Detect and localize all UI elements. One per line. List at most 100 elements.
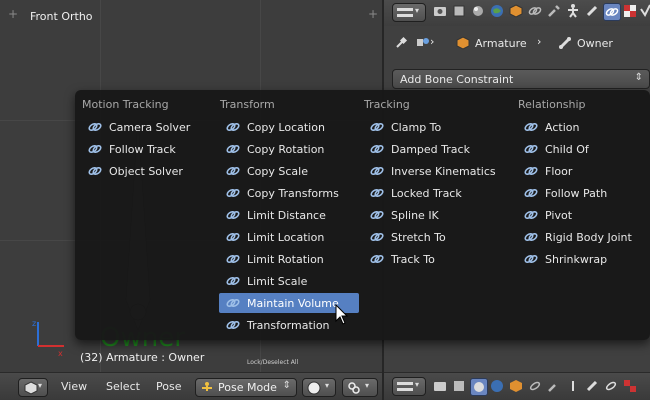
- modifiers-tab[interactable]: [546, 378, 564, 396]
- menu-item-copy-location[interactable]: Copy Location: [219, 117, 359, 137]
- link-icon: [370, 210, 384, 220]
- menu-item-label: Stretch To: [391, 231, 446, 244]
- pin-icon[interactable]: [394, 36, 408, 50]
- link-icon: [370, 232, 384, 242]
- world-tab[interactable]: [489, 378, 507, 396]
- physics-tab[interactable]: [639, 3, 650, 21]
- data-tab[interactable]: [565, 378, 583, 396]
- link-icon: [370, 166, 384, 176]
- editor-type-button[interactable]: ▾: [392, 3, 426, 22]
- data-tab[interactable]: [565, 3, 583, 21]
- layers-tab[interactable]: [451, 3, 469, 21]
- camera-icon: [434, 382, 446, 391]
- link-icon: [370, 122, 384, 132]
- menu-column-title: Tracking: [364, 98, 410, 111]
- menu-item-label: Follow Track: [109, 143, 176, 156]
- world-icon: [491, 380, 503, 392]
- menu-item-pivot[interactable]: Pivot: [517, 205, 650, 225]
- menu-item-inverse-kinematics[interactable]: Inverse Kinematics: [363, 161, 503, 181]
- object-constraints-tab[interactable]: [527, 3, 545, 21]
- menu-item-floor[interactable]: Floor: [517, 161, 650, 181]
- texture-tab[interactable]: [622, 3, 640, 21]
- menu-item-object-solver[interactable]: Object Solver: [81, 161, 221, 181]
- menu-item-copy-scale[interactable]: Copy Scale: [219, 161, 359, 181]
- scene-tab-active[interactable]: [470, 378, 488, 396]
- bone-tab[interactable]: [584, 378, 602, 396]
- link-icon: [226, 122, 240, 132]
- render-tab[interactable]: [432, 3, 450, 21]
- mode-select[interactable]: Pose Mode ⇕: [195, 378, 297, 397]
- menu-item-follow-track[interactable]: Follow Track: [81, 139, 221, 159]
- menu-item-child-of[interactable]: Child Of: [517, 139, 650, 159]
- wrench-icon: [548, 384, 556, 392]
- menu-item-label: Damped Track: [391, 143, 470, 156]
- scene-tab[interactable]: [470, 3, 488, 21]
- editor-type-button[interactable]: ▾: [392, 377, 426, 396]
- chevron-down-icon: ▾: [415, 380, 420, 389]
- editor-type-button[interactable]: ▾: [18, 378, 48, 397]
- texture-tab[interactable]: [622, 378, 640, 396]
- menu-item-camera-solver[interactable]: Camera Solver: [81, 117, 221, 137]
- object-constraints-tab[interactable]: [527, 378, 545, 396]
- object-tab[interactable]: [508, 378, 526, 396]
- menu-item-limit-location[interactable]: Limit Location: [219, 227, 359, 247]
- menu-item-label: Pivot: [545, 209, 573, 222]
- world-tab[interactable]: [489, 3, 507, 21]
- link-icon: [524, 188, 538, 198]
- pivot-button[interactable]: ▾: [342, 378, 378, 397]
- shading-button[interactable]: ▾: [302, 378, 336, 397]
- camera-icon: [434, 7, 446, 16]
- menu-item-label: Copy Location: [247, 121, 325, 134]
- mouse-cursor-icon: [335, 304, 349, 325]
- menu-view[interactable]: View: [61, 380, 87, 393]
- menu-item-action[interactable]: Action: [517, 117, 650, 137]
- link-icon: [226, 232, 240, 242]
- link-icon: [524, 232, 538, 242]
- plus-icon[interactable]: +: [368, 8, 378, 20]
- menu-item-damped-track[interactable]: Damped Track: [363, 139, 503, 159]
- menu-column-title: Transform: [220, 98, 275, 111]
- properties-footer: ▾: [384, 372, 650, 400]
- menu-item-rigid-body-joint[interactable]: Rigid Body Joint: [517, 227, 650, 247]
- menu-column-title: Motion Tracking: [82, 98, 169, 111]
- menu-item-follow-path[interactable]: Follow Path: [517, 183, 650, 203]
- render-tab[interactable]: [432, 378, 450, 396]
- menu-item-spline-ik[interactable]: Spline IK: [363, 205, 503, 225]
- object-tab[interactable]: [508, 3, 526, 21]
- menu-item-limit-rotation[interactable]: Limit Rotation: [219, 249, 359, 269]
- layers-tab[interactable]: [451, 378, 469, 396]
- armature-icon: [568, 4, 578, 18]
- menu-item-label: Copy Transforms: [247, 187, 339, 200]
- menu-item-label: Child Of: [545, 143, 589, 156]
- menu-item-stretch-to[interactable]: Stretch To: [363, 227, 503, 247]
- menu-item-copy-transforms[interactable]: Copy Transforms: [219, 183, 359, 203]
- menu-item-limit-scale[interactable]: Limit Scale: [219, 271, 359, 291]
- menu-select[interactable]: Select: [106, 380, 140, 393]
- link-icon: [524, 166, 538, 176]
- bone-constraints-tab[interactable]: [603, 378, 621, 396]
- bone-constraints-tab[interactable]: [603, 3, 621, 21]
- chevron-down-icon: ▾: [38, 381, 43, 390]
- layers-icon: [453, 5, 465, 17]
- menu-item-locked-track[interactable]: Locked Track: [363, 183, 503, 203]
- bone-tab[interactable]: [584, 3, 602, 21]
- list-icon: [397, 8, 413, 17]
- link-icon: [529, 381, 541, 391]
- bone-constraint-icon: [605, 381, 617, 391]
- menu-pose[interactable]: Pose: [156, 380, 181, 393]
- menu-item-label: Locked Track: [391, 187, 462, 200]
- menu-item-limit-distance[interactable]: Limit Distance: [219, 205, 359, 225]
- menu-item-clamp-to[interactable]: Clamp To: [363, 117, 503, 137]
- menu-item-label: Rigid Body Joint: [545, 231, 632, 244]
- sphere-icon: [307, 381, 321, 395]
- plus-icon[interactable]: +: [8, 8, 18, 20]
- menu-item-shrinkwrap[interactable]: Shrinkwrap: [517, 249, 650, 269]
- armature-icon: [572, 381, 574, 391]
- add-bone-constraint-dropdown[interactable]: Add Bone Constraint ⇕: [392, 69, 650, 89]
- menu-item-label: Limit Location: [247, 231, 325, 244]
- modifiers-tab[interactable]: [546, 3, 564, 21]
- scene-data-icon: [417, 38, 429, 46]
- menu-item-track-to[interactable]: Track To: [363, 249, 503, 269]
- menu-item-copy-rotation[interactable]: Copy Rotation: [219, 139, 359, 159]
- link-icon: [226, 298, 240, 308]
